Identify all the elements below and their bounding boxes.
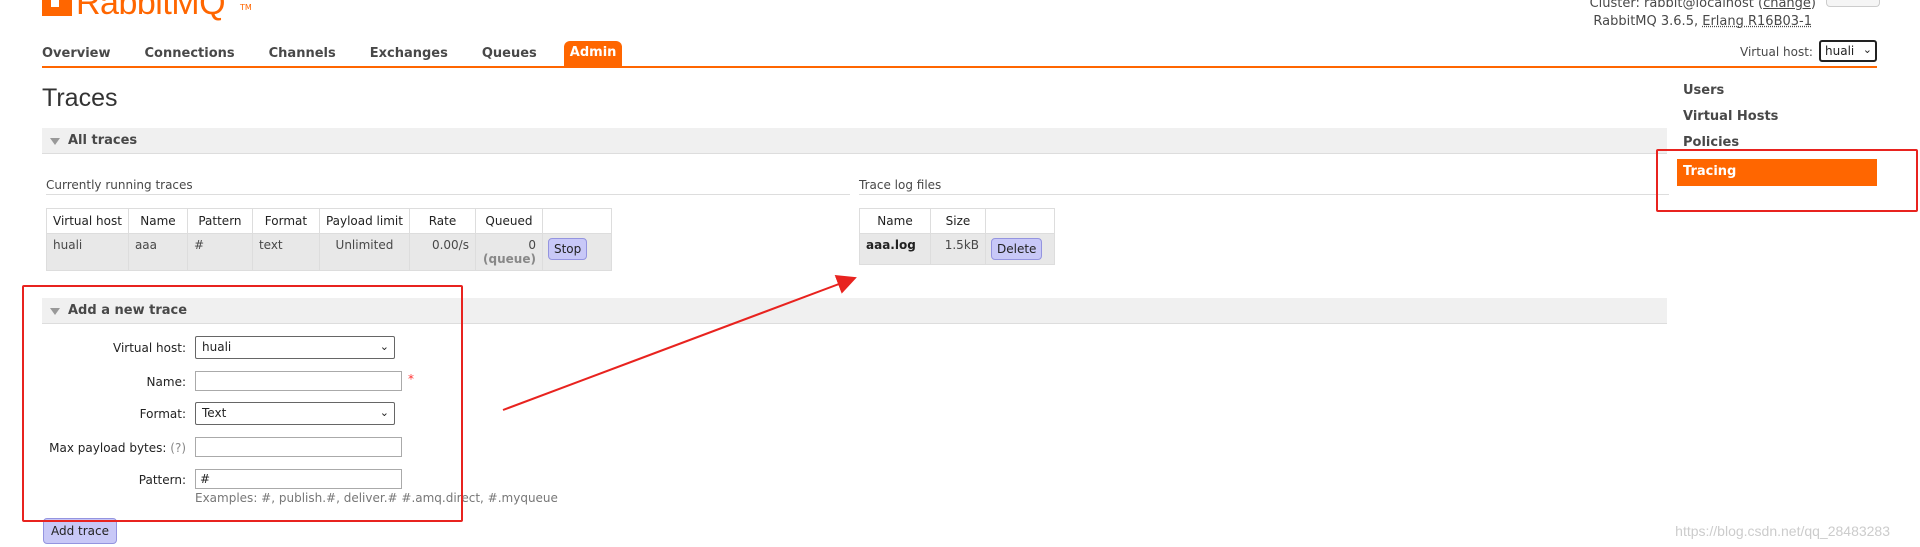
vhost-select-value: huali — [1825, 44, 1855, 58]
cell-format: text — [251, 233, 320, 271]
cluster-label: Cluster: rabbit@localhost ( — [1589, 0, 1764, 11]
col-header-actions — [985, 208, 1055, 234]
col-header: Pattern — [186, 208, 253, 234]
highlight-box-tracing — [1656, 149, 1918, 212]
trace-log-files-label: Trace log files — [859, 178, 1669, 195]
sidebar-item-users[interactable]: Users — [1683, 83, 1778, 98]
queued-queue-link[interactable]: (queue) — [482, 252, 536, 266]
chevron-down-icon: ⌄ — [1862, 43, 1872, 56]
annotation-arrow — [502, 274, 857, 411]
log-file-link[interactable]: aaa.log — [859, 233, 931, 265]
cell-name: aaa — [127, 233, 188, 271]
watermark-text: https://blog.csdn.net/qq_28483283 — [1675, 523, 1890, 539]
tab-overview[interactable]: Overview — [42, 41, 111, 67]
col-header: Virtual host — [46, 208, 129, 234]
cluster-info: Cluster: rabbit@localhost (change) — [1590, 0, 1816, 11]
col-header: Payload limit — [318, 208, 410, 234]
running-traces-label: Currently running traces — [46, 178, 850, 195]
erlang-version: Erlang R16B03-1 — [1702, 14, 1812, 29]
trace-log-table: Name Size aaa.log 1.5kB Delete — [859, 208, 1055, 265]
table-header-row: Name Size — [859, 208, 1055, 234]
cluster-paren: ) — [1810, 0, 1816, 11]
col-header: Size — [930, 208, 986, 234]
stop-trace-button[interactable]: Stop — [547, 238, 588, 260]
cell-queued: 0 (queue) — [474, 233, 543, 271]
all-traces-toggle[interactable]: All traces — [42, 128, 1667, 154]
queued-count: 0 — [528, 238, 536, 252]
table-header-row: Virtual host Name Pattern Format Payload… — [46, 208, 612, 234]
page-title: Traces — [42, 84, 118, 112]
logo-text: RabbitMQ — [76, 0, 226, 22]
cell-actions: Stop — [541, 233, 612, 271]
col-header: Rate — [408, 208, 476, 234]
cell-rate: 0.00/s — [408, 233, 476, 271]
table-row: huali aaa # text Unlimited 0.00/s 0 (que… — [46, 233, 612, 271]
change-cluster-link[interactable]: change — [1763, 0, 1811, 11]
admin-sidebar: Users Virtual Hosts Policies — [1683, 83, 1778, 150]
rabbitmq-version: RabbitMQ 3.6.5, — [1593, 14, 1703, 29]
vhost-label: Virtual host: — [1740, 45, 1813, 59]
cell-vhost: huali — [46, 233, 129, 271]
main-nav: Overview Connections Channels Exchanges … — [42, 41, 656, 67]
col-header: Queued — [474, 208, 543, 234]
all-traces-header: All traces — [68, 133, 138, 148]
highlight-box-add-trace — [22, 285, 463, 522]
tab-admin[interactable]: Admin — [563, 41, 623, 67]
rabbitmq-logo-icon — [42, 0, 72, 16]
tab-channels[interactable]: Channels — [269, 41, 336, 67]
tab-exchanges[interactable]: Exchanges — [370, 41, 448, 67]
cell-pattern: # — [186, 233, 253, 271]
col-header: Name — [859, 208, 931, 234]
col-header: Format — [251, 208, 320, 234]
tab-connections[interactable]: Connections — [145, 41, 235, 67]
nav-divider — [42, 66, 1877, 68]
cell-payload-limit: Unlimited — [318, 233, 410, 271]
delete-log-button[interactable]: Delete — [991, 238, 1043, 260]
col-header-actions — [541, 208, 612, 234]
cell-size: 1.5kB — [930, 233, 986, 265]
col-header: Name — [127, 208, 188, 234]
logout-button[interactable] — [1826, 0, 1880, 7]
tab-queues[interactable]: Queues — [482, 41, 537, 67]
running-traces-table: Virtual host Name Pattern Format Payload… — [46, 208, 612, 271]
logo-trademark: TM — [240, 3, 252, 12]
cell-actions: Delete — [985, 233, 1055, 265]
sidebar-item-policies[interactable]: Policies — [1683, 135, 1778, 150]
collapse-triangle-icon — [50, 138, 60, 145]
table-row: aaa.log 1.5kB Delete — [859, 233, 1055, 265]
sidebar-item-virtual-hosts[interactable]: Virtual Hosts — [1683, 109, 1778, 124]
vhost-select[interactable]: huali ⌄ — [1819, 40, 1877, 62]
version-info: RabbitMQ 3.6.5, Erlang R16B03-1 — [1593, 14, 1812, 29]
